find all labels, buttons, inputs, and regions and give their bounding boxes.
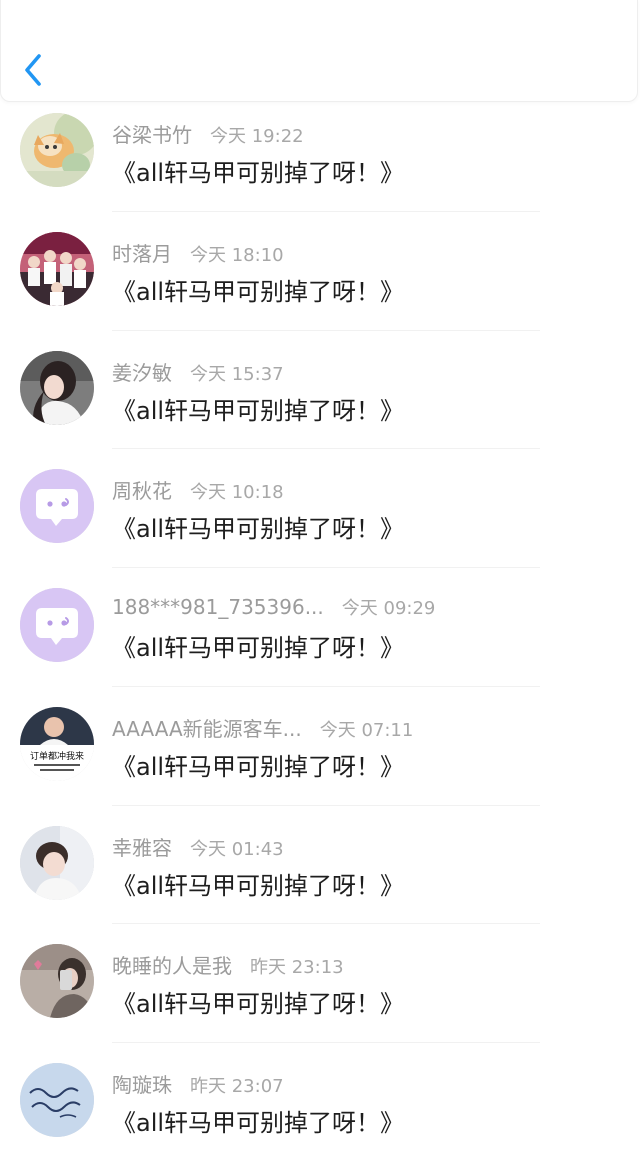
kitten-photo [20, 113, 94, 187]
commenter-name[interactable]: 晚睡的人是我 [112, 950, 232, 979]
comment-item[interactable]: 188***981_735396... 今天 09:29 《all轩马甲可别掉了… [0, 579, 640, 698]
commenter-name[interactable]: AAAAA新能源客车... [112, 713, 302, 742]
ad-photo: 订单都冲我来 [20, 706, 94, 781]
avatar[interactable] [20, 1063, 94, 1137]
comment-text: 《all轩马甲可别掉了呀！》 [112, 871, 405, 900]
divider [112, 685, 540, 687]
girl-photo [20, 350, 94, 425]
avatar[interactable] [20, 944, 94, 1019]
comment-item[interactable]: 订单都冲我来 AAAAA新能源客车... 今天 07:11 《all轩马甲可别掉… [0, 698, 640, 817]
comment-time: 今天 10:18 [190, 482, 284, 504]
comment-item[interactable]: 时落月 今天 18:10 《all轩马甲可别掉了呀！》 [0, 223, 640, 342]
comment-time: 今天 19:22 [210, 126, 304, 147]
comment-item[interactable]: 幸雅容 今天 01:43 《all轩马甲可别掉了呀！》 [0, 817, 640, 936]
avatar[interactable] [20, 113, 94, 187]
commenter-name[interactable]: 谷梁书竹 [112, 119, 192, 148]
comment-time: 今天 01:43 [190, 838, 284, 860]
comment-text: 《all轩马甲可别掉了呀！》 [112, 277, 405, 306]
commenter-name[interactable]: 周秋花 [112, 475, 172, 504]
comment-time: 昨天 23:13 [250, 957, 344, 979]
comment-time: 今天 07:11 [319, 719, 414, 741]
comment-item[interactable]: 周秋花 今天 10:18 《all轩马甲可别掉了呀！》 [0, 460, 640, 579]
divider [112, 1042, 540, 1043]
group-photo [20, 231, 94, 306]
commenter-name[interactable]: 幸雅容 [112, 832, 172, 861]
avatar[interactable] [20, 825, 94, 900]
comment-item[interactable]: 谷梁书竹 今天 19:22 《all轩马甲可别掉了呀！》 [0, 104, 640, 223]
comment-item[interactable]: 姜汐敏 今天 15:37 《all轩马甲可别掉了呀！》 [0, 342, 640, 461]
comment-time: 昨天 23:07 [190, 1076, 284, 1097]
comment-text: 《all轩马甲可别掉了呀！》 [112, 1109, 405, 1137]
commenter-name[interactable]: 陶璇珠 [112, 1069, 172, 1098]
commenter-name[interactable]: 姜汐敏 [112, 357, 172, 386]
divider [112, 329, 540, 331]
comment-text: 《all轩马甲可别掉了呀！》 [112, 159, 405, 187]
top-bar [0, 0, 638, 102]
commenter-name[interactable]: 时落月 [112, 238, 172, 267]
avatar[interactable] [20, 588, 94, 662]
comment-list: 谷梁书竹 今天 19:22 《all轩马甲可别掉了呀！》 时落月 今天 18:1… [0, 104, 640, 1173]
comment-item[interactable]: 晚睡的人是我 昨天 23:13 《all轩马甲可别掉了呀！》 [0, 935, 640, 1054]
divider [112, 210, 540, 212]
comment-text: 《all轩马甲可别掉了呀！》 [112, 396, 405, 425]
comment-item[interactable]: 陶璇珠 昨天 23:07 《all轩马甲可别掉了呀！》 [0, 1054, 640, 1173]
divider [112, 448, 540, 450]
divider [112, 804, 540, 806]
default-chat-avatar [20, 469, 94, 544]
avatar[interactable] [20, 231, 94, 306]
comment-time: 今天 09:29 [341, 598, 436, 619]
handwriting-photo [20, 1063, 94, 1137]
commenter-name[interactable]: 188***981_735396... [112, 595, 324, 619]
comment-text: 《all轩马甲可别掉了呀！》 [112, 752, 405, 781]
divider [112, 923, 540, 925]
default-chat-avatar [20, 588, 94, 662]
back-button[interactable] [19, 48, 53, 94]
ad-caption: 订单都冲我来 [30, 750, 84, 762]
comment-text: 《all轩马甲可别掉了呀！》 [112, 990, 405, 1019]
avatar[interactable]: 订单都冲我来 [20, 706, 94, 781]
chevron-left-icon [25, 54, 41, 86]
boy-photo [20, 825, 94, 900]
divider [112, 567, 540, 568]
avatar[interactable] [20, 350, 94, 425]
avatar[interactable] [20, 469, 94, 544]
comment-text: 《all轩马甲可别掉了呀！》 [112, 634, 405, 662]
comment-text: 《all轩马甲可别掉了呀！》 [112, 515, 405, 544]
comment-time: 今天 15:37 [190, 363, 284, 385]
comment-time: 今天 18:10 [190, 244, 284, 266]
selfie-photo [20, 944, 94, 1019]
